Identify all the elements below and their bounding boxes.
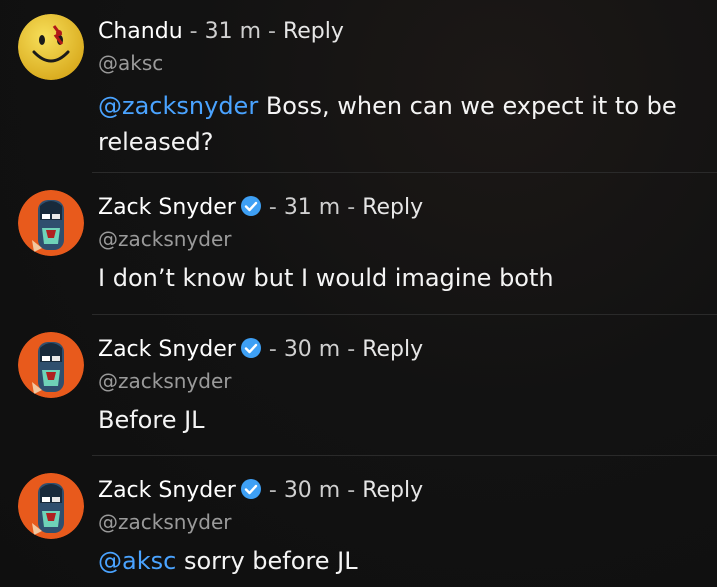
divider	[92, 172, 717, 173]
comment-item: Chandu - 31 m - Reply @aksc @zacksnyder …	[0, 0, 717, 168]
comment-text-line: Boss, when can we expect it to be	[258, 92, 677, 120]
comment-header: Zack Snyder - 30 m - Reply	[98, 477, 423, 508]
timestamp: 30 m	[283, 478, 341, 503]
mention-link[interactable]: @aksc	[98, 547, 176, 575]
author-handle[interactable]: @zacksnyder	[98, 509, 232, 535]
separator: -	[268, 195, 277, 220]
separator: -	[347, 195, 356, 220]
comment-text: @aksc sorry before JL	[98, 543, 698, 579]
reply-button[interactable]: Reply	[362, 337, 423, 362]
separator: -	[347, 337, 356, 362]
comic-character-avatar[interactable]	[18, 332, 84, 398]
comment-item: Zack Snyder - 30 m - Reply @zacksnyder B…	[0, 314, 717, 454]
reply-button[interactable]: Reply	[362, 195, 423, 220]
comment-header: Chandu - 31 m - Reply	[98, 18, 344, 46]
comic-character-icon	[18, 332, 84, 398]
timestamp: 30 m	[283, 337, 341, 362]
mention-link[interactable]: @zacksnyder	[98, 92, 258, 120]
author-handle[interactable]: @zacksnyder	[98, 368, 232, 394]
verified-badge-icon	[240, 478, 262, 508]
comic-character-avatar[interactable]	[18, 190, 84, 256]
author-name[interactable]: Zack Snyder	[98, 478, 236, 503]
comment-thread: Chandu - 31 m - Reply @aksc @zacksnyder …	[0, 0, 717, 587]
comment-item: Zack Snyder - 30 m - Reply @zacksnyder @…	[0, 455, 717, 587]
separator: -	[189, 19, 198, 44]
timestamp: 31 m	[204, 19, 262, 44]
comic-character-icon	[18, 190, 84, 256]
verified-badge-icon	[240, 337, 262, 367]
divider	[92, 314, 717, 315]
comment-header: Zack Snyder - 31 m - Reply	[98, 194, 423, 225]
reply-button[interactable]: Reply	[362, 478, 423, 503]
comment-text: @zacksnyder Boss, when can we expect it …	[98, 88, 698, 160]
comment-item: Zack Snyder - 31 m - Reply @zacksnyder I…	[0, 172, 717, 312]
comic-character-icon	[18, 473, 84, 539]
divider	[92, 455, 717, 456]
author-name[interactable]: Zack Snyder	[98, 337, 236, 362]
comment-text-line: released?	[98, 128, 214, 156]
timestamp: 31 m	[283, 195, 341, 220]
comic-character-avatar[interactable]	[18, 473, 84, 539]
author-handle[interactable]: @aksc	[98, 50, 163, 76]
separator: -	[268, 337, 277, 362]
separator: -	[268, 19, 276, 44]
author-handle[interactable]: @zacksnyder	[98, 226, 232, 252]
reply-button[interactable]: Reply	[283, 19, 344, 44]
separator: -	[268, 478, 277, 503]
verified-badge-icon	[240, 195, 262, 225]
author-name[interactable]: Chandu	[98, 19, 183, 44]
comment-text-line: sorry before JL	[176, 547, 358, 575]
comment-text: Before JL	[98, 406, 205, 434]
separator: -	[347, 478, 356, 503]
author-name[interactable]: Zack Snyder	[98, 195, 236, 220]
comment-text: I don’t know but I would imagine both	[98, 264, 554, 292]
comment-header: Zack Snyder - 30 m - Reply	[98, 336, 423, 367]
smiley-face-icon	[18, 14, 84, 80]
smiley-face-avatar[interactable]	[18, 14, 84, 80]
